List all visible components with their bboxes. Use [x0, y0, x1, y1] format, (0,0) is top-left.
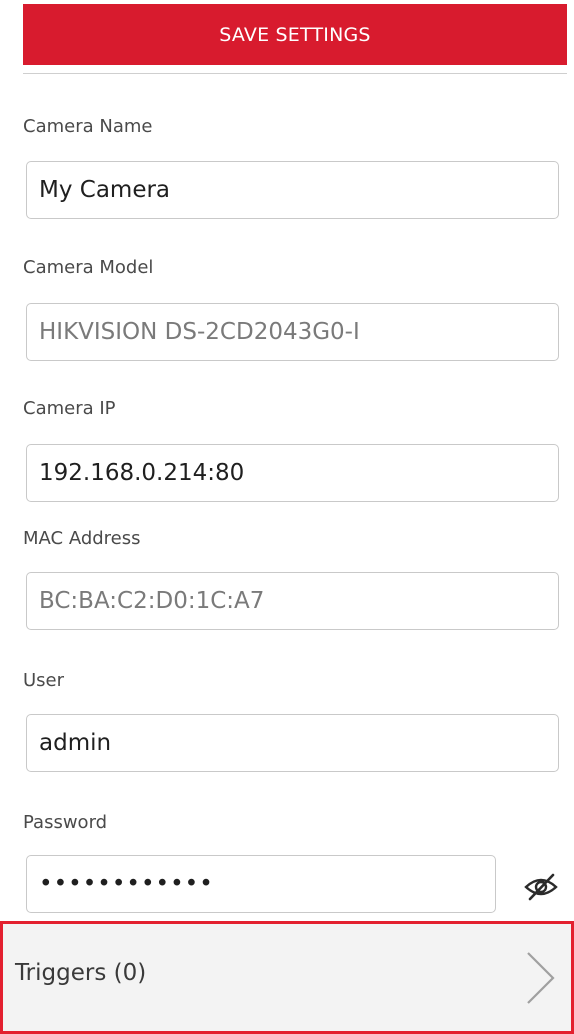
camera-name-label: Camera Name: [23, 116, 153, 137]
chevron-right-icon: [523, 950, 557, 1006]
mac-address-field: BC:BA:C2:D0:1C:A7: [26, 572, 559, 630]
password-field[interactable]: ••••••••••••: [26, 855, 496, 913]
header-divider: [23, 73, 567, 74]
camera-name-field[interactable]: My Camera: [26, 161, 559, 219]
mac-address-label: MAC Address: [23, 528, 141, 549]
user-field[interactable]: admin: [26, 714, 559, 772]
triggers-row[interactable]: Triggers (0): [0, 921, 574, 1034]
save-settings-button[interactable]: SAVE SETTINGS: [23, 4, 567, 65]
camera-model-label: Camera Model: [23, 257, 154, 278]
camera-ip-label: Camera IP: [23, 398, 116, 419]
user-label: User: [23, 670, 65, 691]
password-label: Password: [23, 812, 108, 833]
camera-model-field: HIKVISION DS-2CD2043G0-I: [26, 303, 559, 361]
triggers-label: Triggers (0): [15, 960, 147, 986]
camera-ip-field[interactable]: 192.168.0.214:80: [26, 444, 559, 502]
eye-slash-icon[interactable]: [521, 870, 561, 904]
